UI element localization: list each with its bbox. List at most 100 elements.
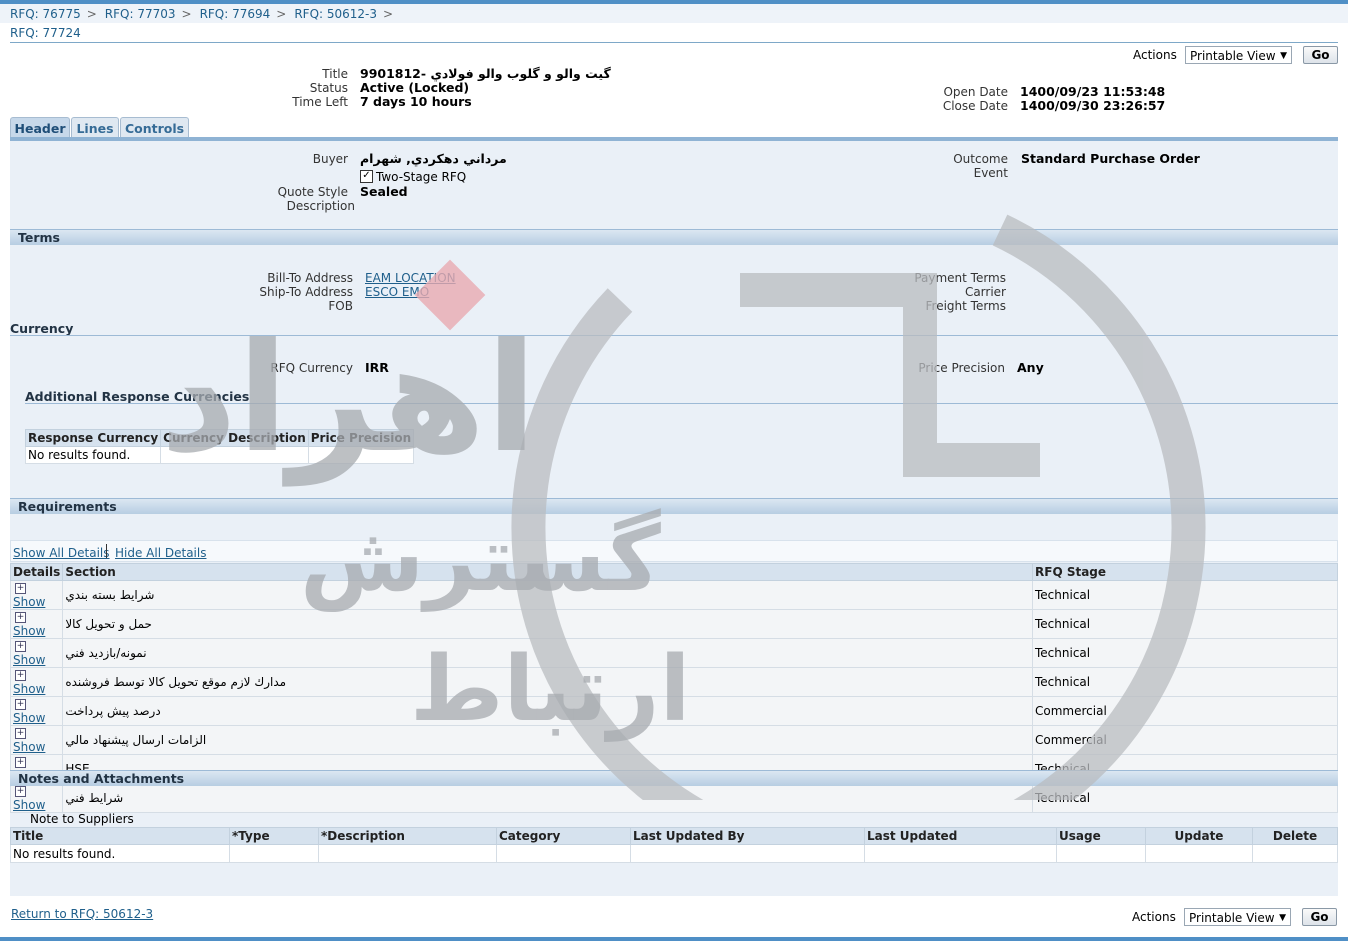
- details-cell: +Show: [9, 638, 64, 668]
- section-cell: شرایط بسته بندي: [62, 580, 1033, 610]
- table-cell: [1145, 844, 1253, 863]
- table-row: +Show مدارك لازم موقع تحويل كالا توسط فر…: [9, 667, 1338, 697]
- empty-message: No results found.: [10, 844, 230, 863]
- breadcrumb-separator: >: [383, 7, 394, 21]
- chevron-down-icon: ▼: [1279, 913, 1286, 923]
- actions-select[interactable]: Printable View ▼: [1184, 908, 1291, 926]
- section-cell: الزامات ارسال پیشنهاد مالي: [62, 725, 1033, 755]
- expand-icon[interactable]: +: [15, 583, 26, 594]
- return-link[interactable]: Return to RFQ: 50612-3: [11, 907, 153, 921]
- stage-cell: Commercial: [1032, 696, 1338, 726]
- expand-icon[interactable]: +: [15, 699, 26, 710]
- breadcrumb-separator: >: [181, 7, 192, 21]
- column-header: *Description: [318, 827, 497, 845]
- expand-icon[interactable]: +: [15, 757, 26, 768]
- payment-terms-label: Payment Terms: [914, 271, 1006, 285]
- bill-to-label: Bill-To Address: [267, 271, 353, 285]
- chevron-down-icon: ▼: [1280, 51, 1287, 61]
- details-cell: +Show: [9, 580, 64, 610]
- details-cell: +Show: [9, 696, 64, 726]
- tab-lines[interactable]: Lines: [71, 117, 119, 139]
- column-header: Category: [496, 827, 631, 845]
- expand-icon[interactable]: +: [15, 728, 26, 739]
- table-cell: [630, 844, 865, 863]
- tab-controls[interactable]: Controls: [120, 117, 189, 139]
- notes-section-header: Notes and Attachments: [10, 770, 1338, 786]
- show-link[interactable]: Show: [13, 711, 45, 725]
- go-button[interactable]: Go: [1302, 908, 1337, 926]
- show-link[interactable]: Show: [13, 682, 45, 696]
- actions-label: Actions: [1132, 910, 1176, 924]
- two-stage-checkbox[interactable]: ✓: [360, 170, 373, 183]
- table-cell: [160, 446, 309, 464]
- expand-icon[interactable]: +: [15, 641, 26, 652]
- column-header: Delete: [1252, 827, 1338, 845]
- breadcrumb-link[interactable]: RFQ: 50612-3: [294, 7, 377, 21]
- expand-icon[interactable]: +: [15, 786, 26, 797]
- title-label: Title: [322, 67, 348, 81]
- hide-all-details-link[interactable]: Hide All Details: [115, 546, 206, 560]
- outcome-label: Outcome: [953, 152, 1008, 166]
- two-stage-label: Two-Stage RFQ: [376, 170, 467, 184]
- column-header: Last Updated By: [630, 827, 865, 845]
- ship-to-link[interactable]: ESCO EMO: [365, 285, 429, 299]
- expand-icon[interactable]: +: [15, 612, 26, 623]
- close-date-label: Close Date: [942, 99, 1008, 113]
- details-cell: +Show: [9, 783, 64, 813]
- time-left-value: 7 days 10 hours: [360, 94, 472, 109]
- expand-icon[interactable]: +: [15, 670, 26, 681]
- details-cell: +Show: [9, 609, 64, 639]
- carrier-label: Carrier: [964, 285, 1006, 299]
- column-header: Update: [1145, 827, 1253, 845]
- table-cell: [1056, 844, 1146, 863]
- buyer-label: Buyer: [312, 152, 348, 166]
- response-currency-table: Response Currency Currency Description P…: [24, 429, 415, 464]
- freight-terms-label: Freight Terms: [925, 299, 1007, 313]
- section-cell: نمونه/بازدید فني: [62, 638, 1033, 668]
- breadcrumb-link[interactable]: RFQ: 76775: [10, 7, 81, 21]
- column-header: Details: [9, 563, 64, 581]
- fob-label: FOB: [328, 299, 353, 313]
- currency-subheader: Currency: [10, 321, 74, 336]
- empty-message: No results found.: [24, 446, 162, 464]
- column-header: Last Updated: [864, 827, 1057, 845]
- column-header: RFQ Stage: [1032, 563, 1338, 581]
- section-cell: حمل و تحویل کالا: [62, 609, 1033, 639]
- outcome-value: Standard Purchase Order: [1021, 151, 1200, 166]
- stage-cell: Technical: [1032, 609, 1338, 639]
- table-row: +Show الزامات ارسال پیشنهاد مالي Commerc…: [9, 725, 1338, 755]
- stage-cell: Technical: [1032, 783, 1338, 813]
- buyer-value: مرداني دهكردي, شهرام: [360, 151, 507, 166]
- show-link[interactable]: Show: [13, 653, 45, 667]
- table-row: +Show نمونه/بازدید فني Technical: [9, 638, 1338, 668]
- show-link[interactable]: Show: [13, 624, 45, 638]
- breadcrumb-link[interactable]: RFQ: 77703: [105, 7, 176, 21]
- section-cell: درصد پیش پرداخت: [62, 696, 1033, 726]
- actions-label: Actions: [1133, 48, 1177, 62]
- stage-cell: Technical: [1032, 638, 1338, 668]
- tab-header[interactable]: Header: [10, 117, 70, 139]
- column-header: Response Currency: [24, 429, 162, 447]
- open-date-value: 1400/09/23 11:53:48: [1020, 84, 1166, 99]
- show-link[interactable]: Show: [13, 740, 45, 754]
- breadcrumb-link[interactable]: RFQ: 77694: [200, 7, 271, 21]
- column-header: Price Precision: [307, 429, 415, 447]
- details-cell: +Show: [9, 667, 64, 697]
- column-header: Title: [10, 827, 230, 845]
- breadcrumb-separator: >: [276, 7, 287, 21]
- attachments-table: Title *Type *Description Category Last U…: [10, 827, 1338, 863]
- go-button[interactable]: Go: [1303, 46, 1338, 64]
- column-header: Section: [62, 563, 1033, 581]
- table-row: +Show حمل و تحویل کالا Technical: [9, 609, 1338, 639]
- table-cell: [1252, 844, 1338, 863]
- show-link[interactable]: Show: [13, 798, 45, 812]
- actions-select[interactable]: Printable View ▼: [1185, 46, 1292, 64]
- bill-to-link[interactable]: EAM LOCATION: [365, 271, 456, 285]
- section-cell: شرایط فني: [62, 783, 1033, 813]
- rfq-currency-label: RFQ Currency: [270, 361, 353, 375]
- show-link[interactable]: Show: [13, 595, 45, 609]
- rfq-currency-value: IRR: [365, 360, 389, 375]
- open-date-label: Open Date: [943, 85, 1008, 99]
- column-header: Usage: [1056, 827, 1146, 845]
- show-all-details-link[interactable]: Show All Details: [13, 546, 110, 560]
